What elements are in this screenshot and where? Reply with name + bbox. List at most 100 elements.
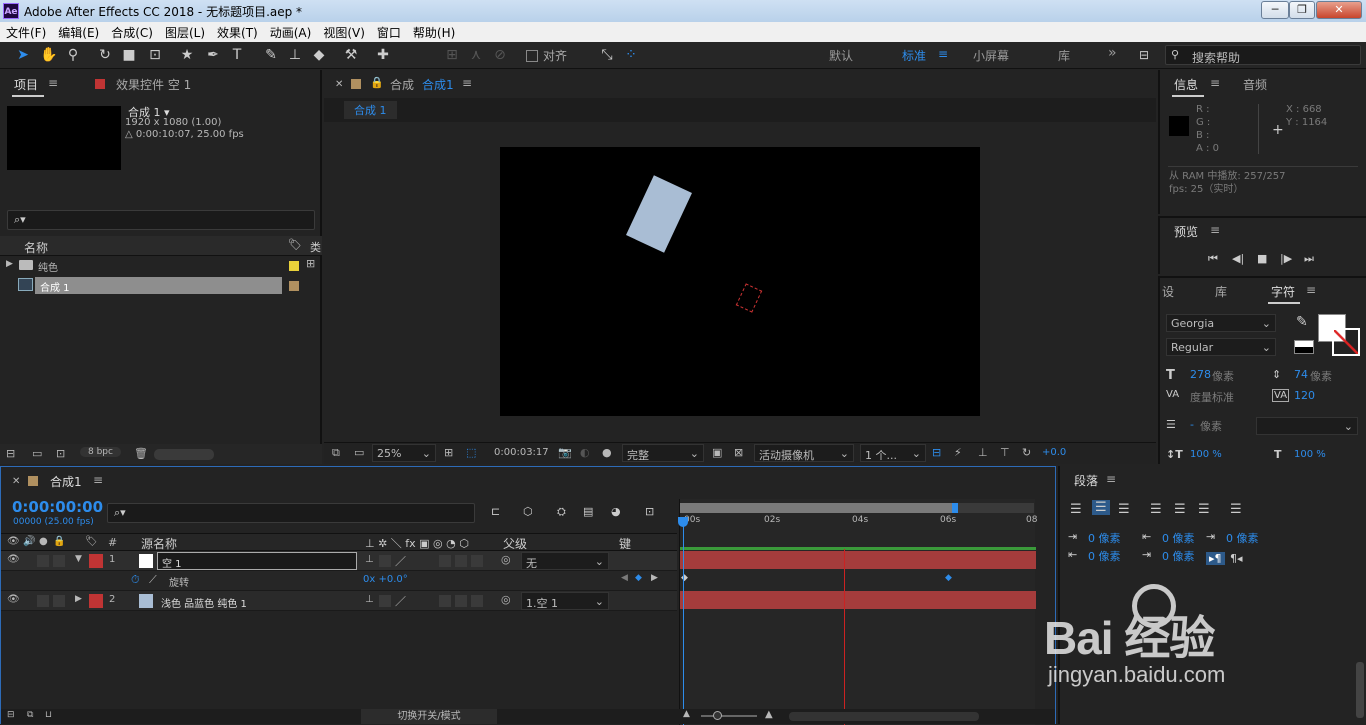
tab-preview[interactable]: 预览 xyxy=(1174,223,1198,240)
timeline-icon[interactable]: ⊥ xyxy=(978,446,988,459)
panel-menu-icon[interactable]: ≡ xyxy=(1106,472,1116,486)
lock-toggle[interactable] xyxy=(53,555,65,567)
stop-icon[interactable]: ■ xyxy=(1257,252,1267,265)
panel-menu-icon[interactable]: ≡ xyxy=(1306,283,1316,297)
tab-audio[interactable]: 音频 xyxy=(1243,76,1267,93)
workspace-more-icon[interactable]: » xyxy=(1108,45,1117,61)
vertical-scale-value[interactable]: 100 % xyxy=(1190,449,1222,460)
layer-switches-icon[interactable]: ⊟ xyxy=(7,710,15,720)
menu-layer[interactable]: 图层(L) xyxy=(159,22,211,43)
toggle-switches-modes-button[interactable]: 切换开关/模式 xyxy=(361,709,497,724)
font-size-value[interactable]: 278 xyxy=(1190,368,1211,381)
hand-tool-icon[interactable]: ✋ xyxy=(40,46,58,64)
maximize-button[interactable]: ❐ xyxy=(1289,1,1315,19)
rtl-direction-icon[interactable]: ¶◂ xyxy=(1230,552,1243,565)
zoom-slider[interactable] xyxy=(701,715,757,717)
interpret-footage-icon[interactable]: ⊟ xyxy=(6,447,15,460)
zoom-tool-icon[interactable]: ⚲ xyxy=(64,46,82,64)
close-tab-icon[interactable]: ✕ xyxy=(335,79,343,90)
motion-blur-switch[interactable] xyxy=(455,555,467,567)
add-keyframe-icon[interactable]: ◆ xyxy=(635,573,642,583)
first-frame-icon[interactable]: ⏮ xyxy=(1208,252,1218,266)
workspace-small-screen[interactable]: 小屏幕 xyxy=(973,47,1009,64)
tracking-value[interactable]: 120 xyxy=(1294,389,1315,402)
property-value[interactable]: 0x +0.0° xyxy=(363,574,408,585)
label-color-swatch[interactable] xyxy=(289,261,299,271)
solid-layer-rectangle[interactable] xyxy=(626,175,692,253)
indent-right-value[interactable]: 0 像素 xyxy=(1088,548,1121,564)
transparency-grid-icon[interactable]: ⊠ xyxy=(734,446,743,459)
lock-column-icon[interactable]: 🔒 xyxy=(53,536,65,547)
label-column-icon[interactable]: 🏷 xyxy=(288,238,302,251)
workspace-libraries[interactable]: 库 xyxy=(1058,47,1070,64)
font-family-dropdown[interactable]: Georgia ⌄ xyxy=(1166,314,1276,332)
color-channels-icon[interactable]: ● xyxy=(602,446,612,459)
justify-last-right-icon[interactable]: ☰ xyxy=(1198,502,1210,517)
column-number[interactable]: # xyxy=(108,536,117,549)
snap-edge-icon[interactable]: ⤡ xyxy=(598,46,616,64)
layer-search-input[interactable]: ⌕▾ xyxy=(107,503,475,523)
new-folder-icon[interactable]: ▭ xyxy=(32,447,42,460)
comp-breadcrumb[interactable]: 合成 1 xyxy=(344,101,397,119)
eraser-tool-icon[interactable]: ◆ xyxy=(310,46,328,64)
layer-name[interactable]: 浅色 品蓝色 纯色 1 xyxy=(161,595,247,610)
zoom-dropdown[interactable]: 25% ⌄ xyxy=(372,444,436,462)
snap-feature-icon[interactable]: ⁘ xyxy=(622,46,640,64)
rotate-tool-icon[interactable]: ↻ xyxy=(96,46,114,64)
menu-help[interactable]: 帮助(H) xyxy=(407,22,461,43)
work-area-bar[interactable] xyxy=(680,503,1034,513)
keyframe-icon[interactable]: ◆ xyxy=(945,573,952,583)
layer-label-color[interactable] xyxy=(89,554,103,568)
panel-menu-icon[interactable]: ≡ xyxy=(1210,76,1220,90)
layer-name-field[interactable]: 空 1 xyxy=(157,552,357,570)
3d-layer-switch[interactable] xyxy=(471,555,483,567)
always-preview-icon[interactable]: ⧉ xyxy=(332,446,340,460)
project-item-folder[interactable]: ▶ 纯色 ⊞ xyxy=(0,256,320,276)
column-type[interactable]: 类 xyxy=(310,239,321,255)
eyedropper-icon[interactable]: ✎ xyxy=(1296,314,1308,330)
layer-row[interactable]: 👁 ▼ 1 空 1 ⊥ ／ ◎ 无 ⌄ xyxy=(1,551,677,571)
current-time-indicator[interactable] xyxy=(683,519,684,725)
font-style-dropdown[interactable]: Regular ⌄ xyxy=(1166,338,1276,356)
3d-layer-switch[interactable] xyxy=(471,595,483,607)
parent-dropdown[interactable]: 1.空 1 ⌄ xyxy=(521,592,609,610)
roto-brush-tool-icon[interactable]: ⚒ xyxy=(342,46,360,64)
lock-toggle[interactable] xyxy=(53,595,65,607)
workspace-default[interactable]: 默认 xyxy=(829,47,853,64)
panel-menu-icon[interactable]: ≡ xyxy=(48,76,58,90)
delete-icon[interactable]: 🗑 xyxy=(134,447,148,460)
panel-scrollbar[interactable] xyxy=(1356,662,1364,718)
expand-arrow-icon[interactable]: ▶ xyxy=(6,259,13,269)
layer-row[interactable]: 👁 ▶ 2 浅色 品蓝色 纯色 1 ⊥ ／ ◎ 1.空 1 ⌄ xyxy=(1,591,677,611)
panel-menu-icon[interactable]: ≡ xyxy=(462,76,472,90)
solo-toggle[interactable] xyxy=(37,555,49,567)
timeline-tab[interactable]: 合成1 xyxy=(50,473,82,490)
fx-switch[interactable] xyxy=(439,595,451,607)
workspace-menu-icon[interactable]: ≡ xyxy=(938,47,948,61)
quality-switch-icon[interactable]: ／ xyxy=(395,553,406,569)
align-center-icon[interactable]: ☰ xyxy=(1092,500,1110,515)
camera-tool-icon[interactable]: ■ xyxy=(120,46,138,64)
display-icon[interactable]: ▭ xyxy=(354,446,364,459)
align-left-icon[interactable]: ☰ xyxy=(1070,502,1082,517)
menu-effect[interactable]: 效果(T) xyxy=(211,22,264,43)
snapshot-icon[interactable]: 📷 xyxy=(558,446,572,459)
brush-tool-icon[interactable]: ✎ xyxy=(262,46,280,64)
mask-visibility-icon[interactable]: ⬚ xyxy=(466,446,476,459)
current-time-handle[interactable] xyxy=(678,517,688,527)
time-graph[interactable]: 00s 02s 04s 06s 08 ◆ ◆ xyxy=(678,499,1037,725)
draft-3d-icon[interactable]: ⬡ xyxy=(523,505,533,518)
flowchart-icon[interactable]: ⊤ xyxy=(1000,446,1010,459)
project-bpc[interactable]: 8 bpc xyxy=(80,447,121,457)
tab-settings[interactable]: 设 xyxy=(1162,283,1174,300)
exposure-value[interactable]: +0.0 xyxy=(1042,447,1066,458)
quality-switch-icon[interactable]: ／ xyxy=(395,593,406,609)
switches-column-icons[interactable]: ⊥ ✲ ＼ fx ▣ ◎ ◔ ⬡ xyxy=(365,535,469,551)
show-snapshot-icon[interactable]: ◐ xyxy=(580,446,590,459)
motion-blur-switch[interactable] xyxy=(455,595,467,607)
next-keyframe-icon[interactable]: ▶ xyxy=(651,573,658,583)
sync-settings-icon[interactable]: ⊟ xyxy=(1135,46,1153,64)
label-color-swatch[interactable] xyxy=(289,281,299,291)
default-colors-icon[interactable] xyxy=(1294,340,1314,354)
tab-libraries[interactable]: 库 xyxy=(1215,283,1227,300)
